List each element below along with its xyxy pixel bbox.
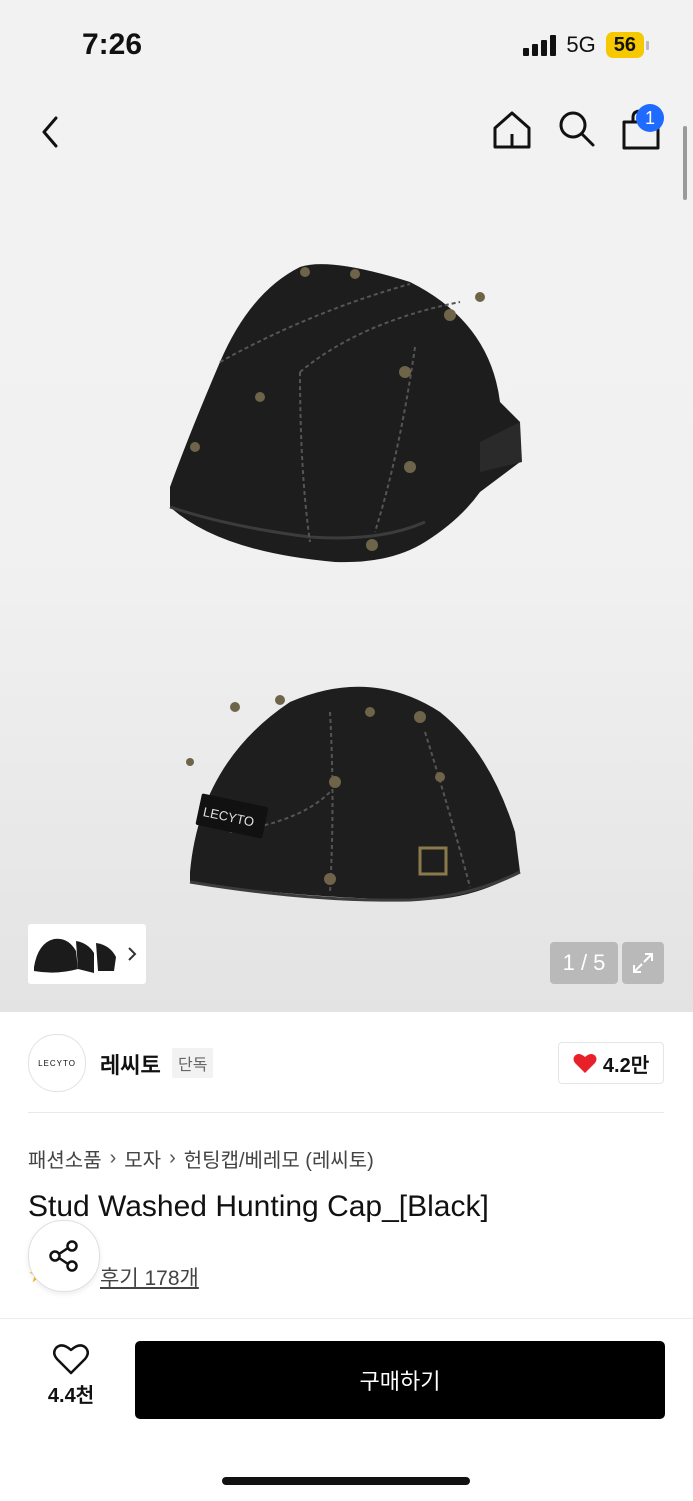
chevron-right-icon[interactable]	[122, 944, 142, 964]
status-indicators: 5G 56	[523, 32, 649, 58]
breadcrumb-item[interactable]: 헌팅캡/베레모 (레씨토)	[184, 1144, 374, 1173]
breadcrumb-item[interactable]: 패션소품	[28, 1144, 102, 1173]
breadcrumb-item[interactable]: 모자	[124, 1144, 161, 1173]
scroll-indicator	[683, 126, 687, 200]
product-gallery[interactable]: 1 LECYTO 1 / 5	[0, 92, 693, 1012]
thumbnail-caps	[34, 938, 116, 973]
signal-icon	[523, 34, 557, 56]
status-time: 7:26	[82, 28, 143, 61]
image-thumbnail-strip[interactable]	[28, 924, 146, 984]
wishlist-count: 4.4천	[47, 1385, 95, 1407]
brand-row: LECYTO 레씨토 단독 4.2만	[28, 1034, 664, 1092]
network-label: 5G	[566, 32, 596, 57]
search-icon[interactable]	[556, 108, 596, 148]
product-image-cap-front	[169, 264, 522, 563]
brand-like-button[interactable]: 4.2만	[558, 1042, 664, 1084]
chevron-right-icon: ›	[109, 1147, 117, 1169]
share-button[interactable]	[28, 1220, 100, 1292]
brand-like-count: 4.2만	[602, 1054, 650, 1077]
battery-level: 56	[605, 32, 644, 58]
expand-button[interactable]	[622, 942, 664, 984]
status-bar: 7:26 5G 56	[0, 0, 693, 92]
back-icon[interactable]	[32, 112, 72, 152]
chevron-right-icon: ›	[169, 1147, 176, 1169]
divider	[28, 1112, 664, 1113]
heart-icon	[573, 1054, 597, 1073]
image-counter: 1 / 5	[550, 942, 618, 984]
product-title: Stud Washed Hunting Cap_[Black]	[28, 1190, 489, 1223]
expand-icon	[633, 953, 653, 973]
brand-logo[interactable]: LECYTO	[28, 1034, 86, 1092]
cart-count-badge: 1	[636, 104, 664, 132]
home-indicator	[222, 1477, 470, 1485]
heart-icon	[53, 1344, 89, 1375]
breadcrumb: 패션소품 › 모자 › 헌팅캡/베레모 (레씨토)	[28, 1144, 374, 1173]
home-icon[interactable]	[490, 108, 534, 152]
share-icon	[49, 1240, 78, 1272]
buy-button[interactable]: 구매하기	[135, 1341, 665, 1419]
review-link[interactable]: 후기 178개	[100, 1262, 199, 1292]
bottom-action-bar: 4.4천 구매하기	[0, 1318, 693, 1501]
wishlist-button[interactable]: 4.4천	[30, 1343, 112, 1423]
exclusive-badge: 단독	[172, 1048, 214, 1078]
battery-icon	[646, 40, 649, 50]
brand-name[interactable]: 레씨토	[100, 1048, 161, 1080]
product-image-cap-back: LECYTO	[186, 686, 521, 902]
